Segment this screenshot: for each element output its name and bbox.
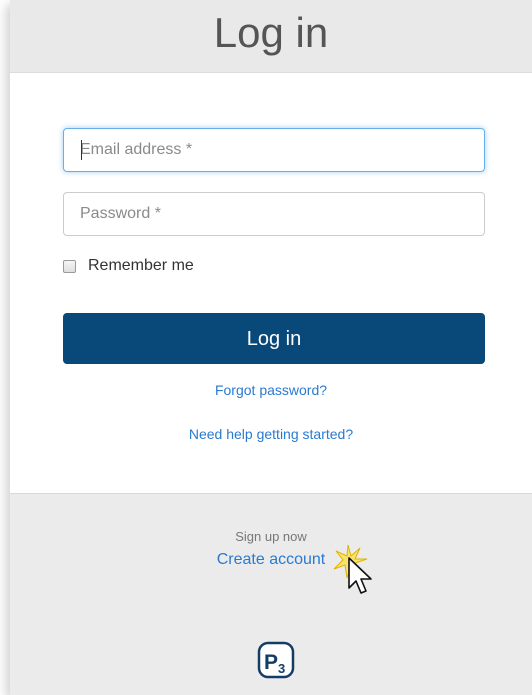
login-form: Remember me Log in Forgot password? Need… [10, 73, 532, 494]
password-field[interactable] [63, 192, 485, 236]
help-getting-started-link[interactable]: Need help getting started? [10, 426, 532, 442]
login-page: Log in Remember me Log in Forgot passwor… [0, 0, 532, 695]
create-account-link[interactable]: Create account [10, 551, 532, 569]
text-caret [81, 140, 82, 160]
remember-me-checkbox[interactable] [63, 259, 76, 273]
forgot-password-link[interactable]: Forgot password? [10, 382, 532, 398]
page-title: Log in [213, 9, 329, 56]
login-header: Log in [10, 0, 532, 73]
remember-me-row[interactable]: Remember me [63, 256, 194, 276]
mouse-pointer-icon [333, 544, 372, 594]
svg-text:3: 3 [278, 661, 285, 676]
p3-logo: P 3 [257, 641, 295, 679]
svg-text:P: P [264, 651, 278, 674]
signup-prompt: Sign up now [235, 529, 307, 544]
login-button[interactable]: Log in [63, 313, 485, 364]
login-card: Log in Remember me Log in Forgot passwor… [10, 0, 532, 695]
email-field[interactable] [63, 128, 485, 172]
remember-me-label: Remember me [88, 257, 194, 274]
